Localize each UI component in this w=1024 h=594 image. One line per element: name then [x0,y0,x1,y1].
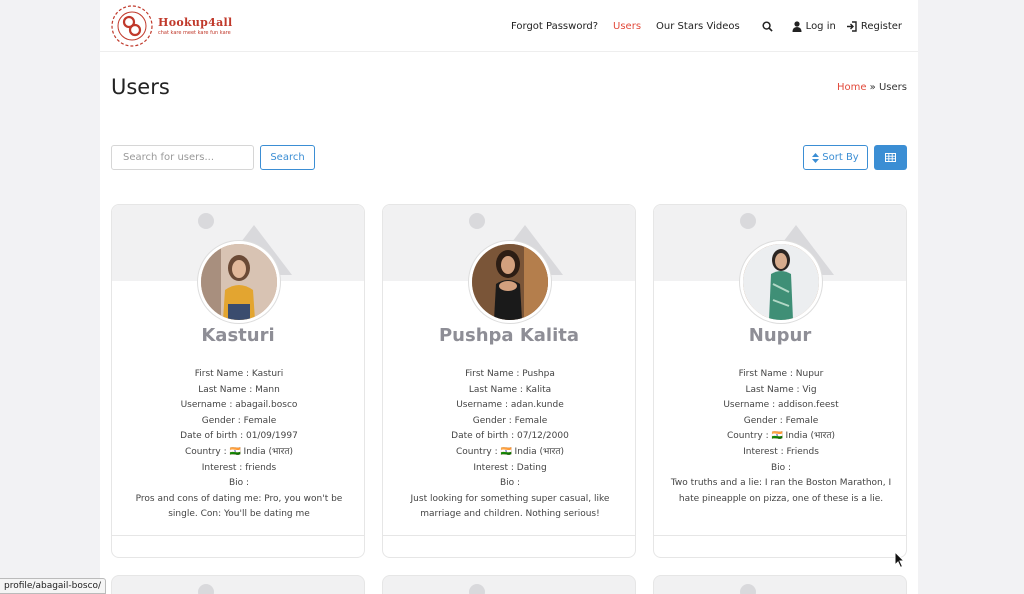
search-icon [762,20,773,32]
first-name: First Name : Nupur [738,369,824,379]
user-info: First Name : Pushpa Last Name : Kalita U… [397,367,623,523]
user-card[interactable]: Pushpa Kalita First Name : Pushpa Last N… [382,204,636,558]
breadcrumb-separator: » [869,82,876,93]
page-title: Users [111,75,170,99]
image-placeholder-icon [740,584,756,594]
bio-label: Bio : [228,478,250,489]
bio-label: Bio : [499,478,521,489]
grid-icon [885,153,896,162]
interest: Interest : Friends [743,446,819,457]
date-of-birth: Date of birth : 07/12/2000 [451,431,569,442]
avatar[interactable] [469,241,551,323]
avatar[interactable] [198,241,280,323]
card-footer [112,535,364,557]
search-button[interactable]: Search [260,145,315,170]
interest: Interest : Dating [473,462,547,473]
last-name: Last Name : Kalita [468,384,552,395]
nav-users[interactable]: Users [613,21,641,32]
bio-text: Two truths and a lie: I ran the Boston M… [670,478,892,504]
site-header: Hookup4all chat kare meet kare fun kare … [100,0,918,52]
avatar[interactable] [740,241,822,323]
bio-label: Bio : [770,462,792,473]
grid-view-button[interactable] [874,145,907,170]
profile-photo [201,244,277,320]
profile-photo [743,244,819,320]
gender: Gender : Female [472,415,548,426]
last-name: Last Name : Mann [198,384,280,395]
bio-text: Just looking for something super casual,… [410,493,610,520]
logo-text: Hookup4all [158,16,233,29]
interest: Interest : friends [201,462,277,473]
user-card[interactable]: Nupur First Name : Nupur Last Name : Vig… [653,204,907,558]
username: Username : adan.kunde [456,400,564,411]
country: Country : 🇮🇳 India (भारत) [726,431,835,442]
logo-tagline: chat kare meet kare fun kare [158,30,231,36]
first-name: First Name : Pushpa [465,369,555,379]
gender: Gender : Female [201,415,277,426]
mouse-cursor-icon [894,551,906,569]
country: Country : 🇮🇳 India (भारत) [184,446,293,457]
breadcrumb-current: Users [878,82,907,93]
user-name[interactable]: Nupur [654,325,906,346]
nav-login[interactable]: Log in [792,21,836,32]
user-card-partial[interactable] [382,575,636,594]
card-footer [654,535,906,557]
user-card-partial[interactable] [111,575,365,594]
sort-by-button[interactable]: Sort By [803,145,868,170]
nav-forgot-password[interactable]: Forgot Password? [511,21,598,32]
user-card[interactable]: Kasturi First Name : Kasturi Last Name :… [111,204,365,558]
user-name[interactable]: Pushpa Kalita [383,325,635,346]
user-card-partial[interactable] [653,575,907,594]
search-input[interactable] [111,145,254,170]
breadcrumb: Home » Users [837,82,907,93]
site-logo[interactable]: Hookup4all chat kare meet kare fun kare [110,4,260,48]
breadcrumb-home[interactable]: Home [837,82,867,93]
status-bar-url: profile/abagail-bosco/ [0,578,107,594]
sort-icon [812,152,820,163]
sign-in-icon [846,20,857,32]
nav-search[interactable] [762,20,777,32]
sort-by-label: Sort By [822,152,859,163]
nav-register[interactable]: Register [846,21,902,32]
nav-login-label: Log in [805,20,836,32]
gender: Gender : Female [743,415,819,426]
user-info: First Name : Nupur Last Name : Vig Usern… [668,367,894,507]
image-placeholder-icon [469,584,485,594]
user-icon [792,20,802,32]
date-of-birth: Date of birth : 01/09/1997 [180,431,298,442]
country: Country : 🇮🇳 India (भारत) [455,446,564,457]
last-name: Last Name : Vig [745,384,817,395]
nav-register-label: Register [860,20,902,32]
username: Username : abagail.bosco [180,400,298,411]
main-nav: Forgot Password? Users Our Stars Videos … [496,0,902,52]
profile-photo [472,244,548,320]
user-name[interactable]: Kasturi [112,325,364,346]
page-container: Hookup4all chat kare meet kare fun kare … [100,0,918,594]
user-info: First Name : Kasturi Last Name : Mann Us… [126,367,352,523]
username: Username : addison.feest [723,400,839,411]
bio-text: Pros and cons of dating me: Pro, you won… [135,493,343,520]
logo-emblem-icon [111,5,153,47]
image-placeholder-icon [198,584,214,594]
first-name: First Name : Kasturi [194,369,284,379]
card-footer [383,535,635,557]
nav-our-stars-videos[interactable]: Our Stars Videos [656,21,740,32]
